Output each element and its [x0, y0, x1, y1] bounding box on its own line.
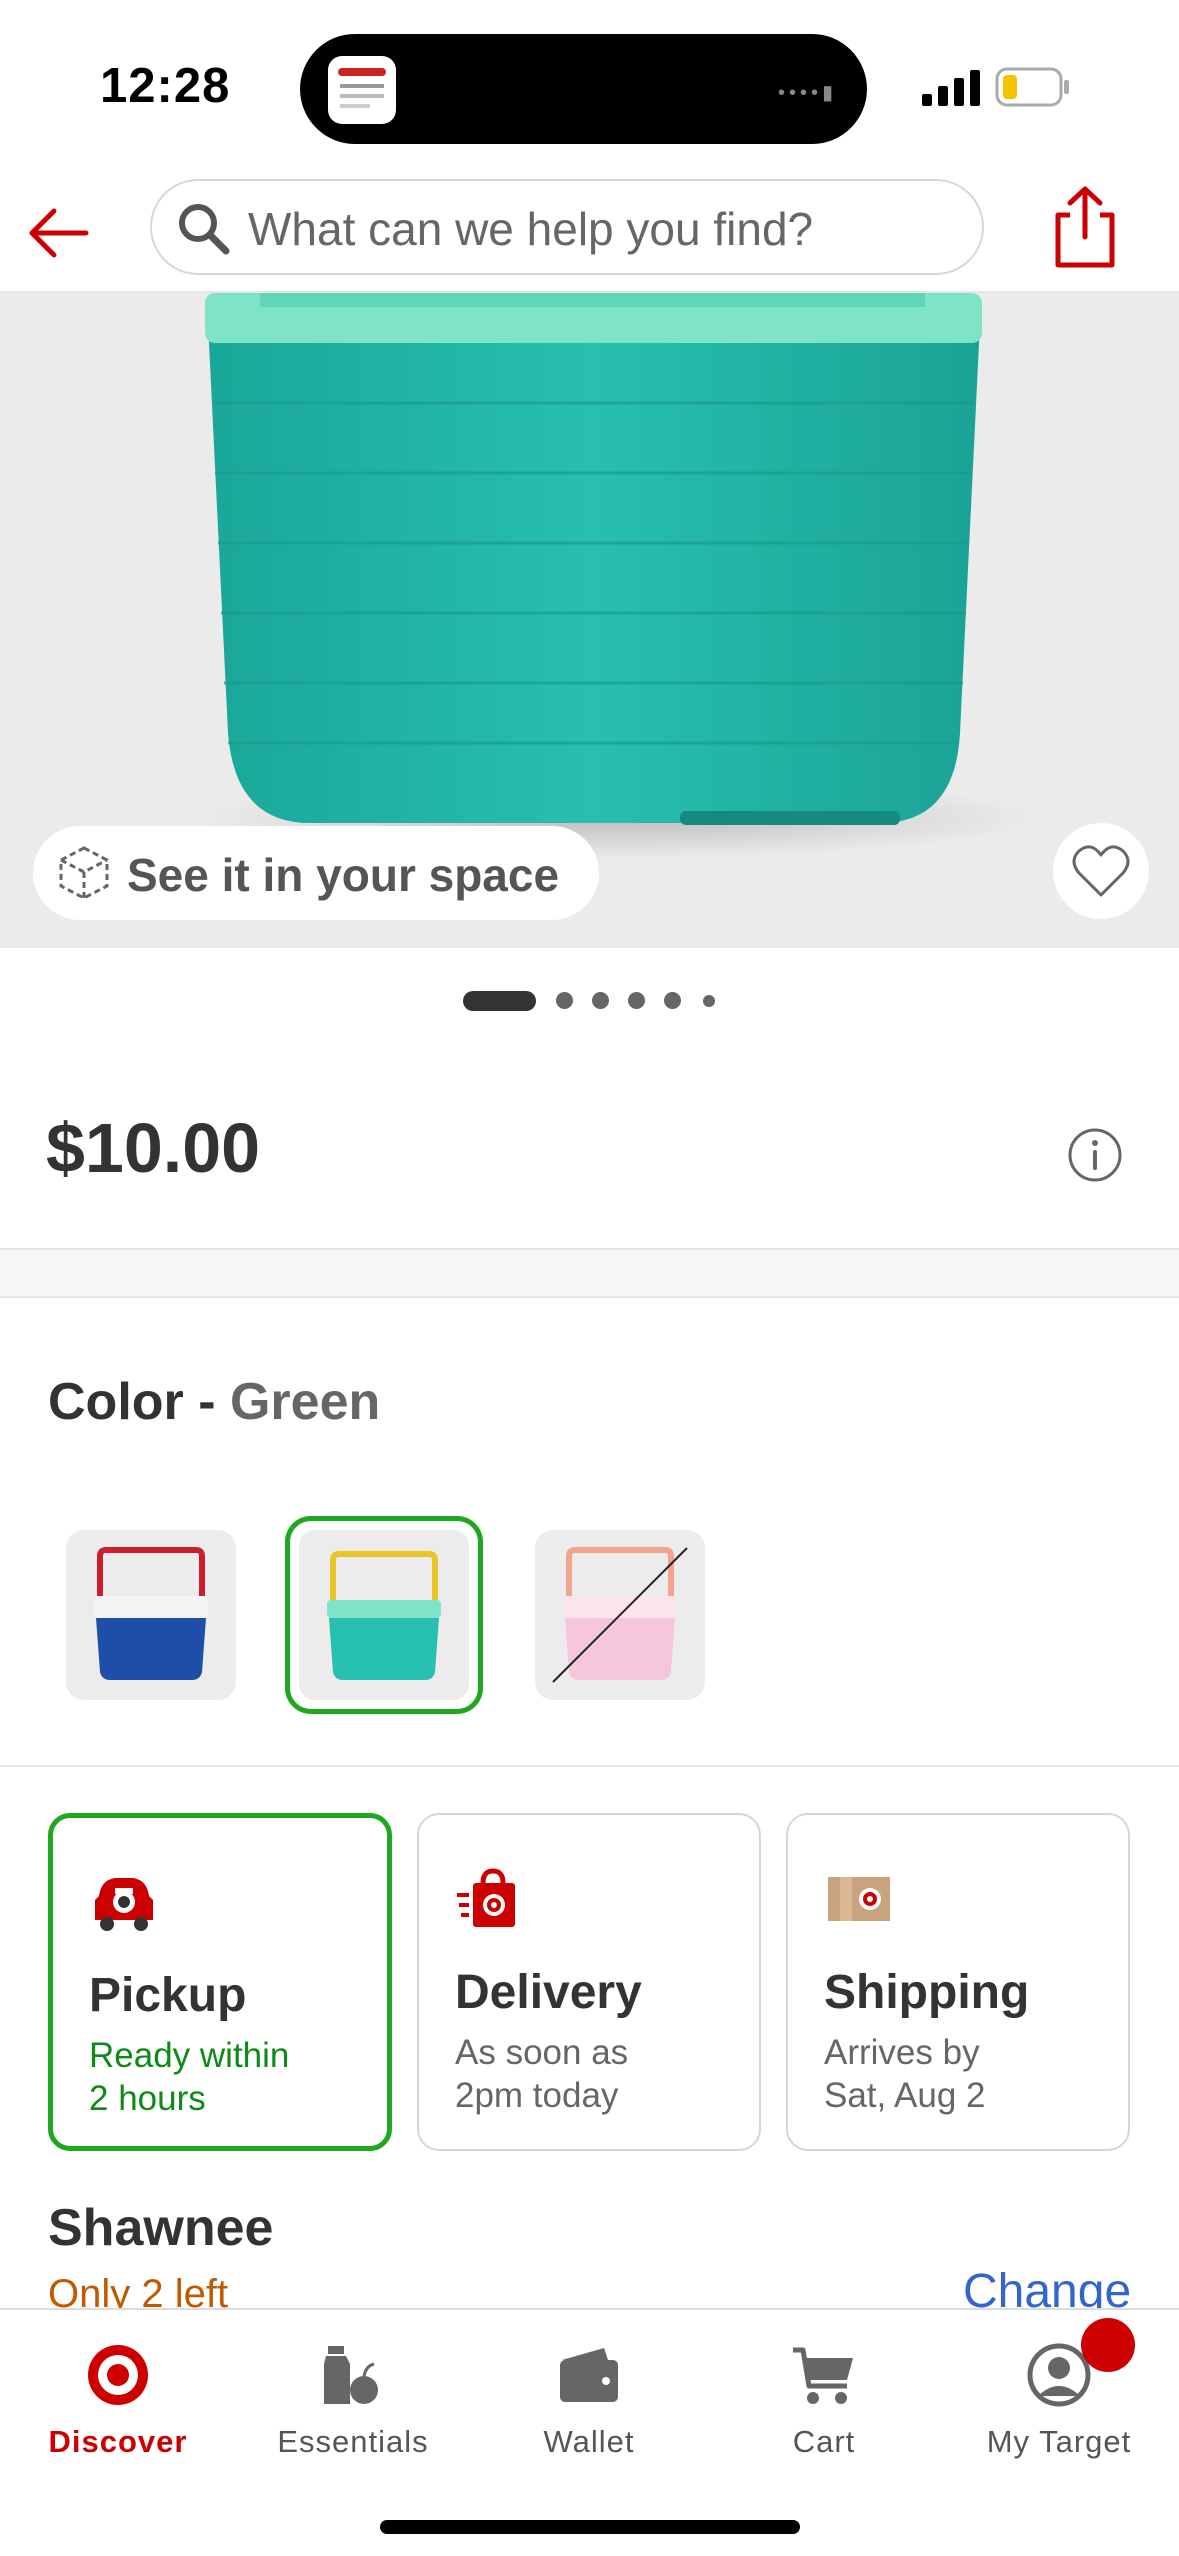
tab-cart[interactable]: Cart	[714, 2330, 934, 2480]
target-bullseye-icon	[88, 2345, 148, 2405]
dynamic-island: ••••▮	[300, 34, 867, 144]
essentials-icon	[324, 2346, 378, 2404]
island-indicator-icon: ••••▮	[777, 82, 837, 104]
product-image-carousel[interactable]: See it in your space	[0, 293, 1179, 948]
section-divider	[0, 1248, 1179, 1298]
search-bar[interactable]	[150, 179, 984, 275]
fulfillment-title: Delivery	[455, 1966, 642, 2019]
fulfillment-title: Shipping	[824, 1966, 1030, 2019]
color-swatch-pink-unavailable[interactable]	[535, 1530, 705, 1700]
color-separator: -	[183, 1373, 230, 1431]
image-pagination	[0, 988, 1179, 1014]
heart-icon	[1072, 845, 1130, 897]
fulfillment-shipping-card[interactable]: Shipping Arrives by Sat, Aug 2	[786, 1813, 1130, 2151]
store-name: Shawnee	[48, 2199, 274, 2257]
color-swatch-blue[interactable]	[66, 1530, 236, 1700]
tab-discover[interactable]: Discover	[8, 2330, 228, 2480]
search-icon	[179, 204, 230, 255]
tab-label: Cart	[792, 2424, 856, 2459]
bottom-tab-bar: Discover Essentials Wallet Cart My Targe…	[0, 2308, 1179, 2556]
tab-my-target[interactable]: My Target	[949, 2330, 1169, 2480]
share-icon[interactable]	[1040, 181, 1130, 271]
cellular-signal-icon	[922, 70, 980, 106]
shipping-box-icon	[828, 1877, 890, 1921]
fulfillment-pickup-card[interactable]: Pickup Ready within 2 hours	[48, 1813, 392, 2151]
fulfillment-subtitle: As soon as 2pm today	[455, 2033, 629, 2115]
wallet-icon	[560, 2348, 618, 2402]
back-arrow-icon[interactable]	[20, 193, 100, 273]
pagination-dot[interactable]	[664, 992, 681, 1009]
info-icon[interactable]	[1067, 1127, 1123, 1183]
status-bar: 12:28 ••••▮	[0, 0, 1179, 175]
home-indicator	[380, 2520, 800, 2534]
green-cooler-thumbnail	[327, 1551, 441, 1680]
selected-color-value: Green	[229, 1373, 381, 1431]
tab-label: Essentials	[277, 2424, 429, 2459]
color-swatch-green-selected[interactable]	[285, 1516, 483, 1714]
tab-label: Discover	[48, 2424, 188, 2459]
pagination-dot-active[interactable]	[463, 991, 536, 1011]
ar-button-label: See it in your space	[127, 849, 560, 901]
tab-label: Wallet	[543, 2424, 635, 2459]
color-label: Color	[48, 1373, 184, 1431]
battery-icon	[995, 67, 1069, 107]
blue-cooler-thumbnail	[94, 1547, 208, 1680]
pagination-dot[interactable]	[592, 992, 609, 1009]
delivery-bag-icon	[457, 1868, 515, 1927]
pagination-dot[interactable]	[556, 992, 573, 1009]
fulfillment-subtitle: Ready within 2 hours	[89, 2036, 290, 2118]
pickup-car-icon	[95, 1878, 153, 1931]
fulfillment-subtitle: Arrives by Sat, Aug 2	[824, 2033, 986, 2115]
product-price: $10.00	[46, 1109, 261, 1187]
tab-label: My Target	[986, 2424, 1132, 2459]
tab-essentials[interactable]: Essentials	[243, 2330, 463, 2480]
top-nav-bar	[0, 175, 1179, 293]
favorite-button[interactable]	[1053, 823, 1149, 919]
ar-cube-icon	[59, 846, 109, 900]
color-heading: Color - Green	[48, 1372, 380, 1432]
tab-wallet[interactable]: Wallet	[479, 2330, 699, 2480]
fulfillment-title: Pickup	[89, 1969, 247, 2022]
cart-icon	[793, 2347, 853, 2404]
pink-cooler-thumbnail	[552, 1547, 688, 1683]
search-input[interactable]	[248, 201, 948, 257]
see-in-your-space-button[interactable]: See it in your space	[33, 826, 599, 920]
status-time: 12:28	[100, 59, 231, 113]
pagination-dot[interactable]	[703, 995, 715, 1007]
live-activity-app-icon	[328, 56, 396, 124]
notification-badge	[1081, 2318, 1135, 2372]
section-divider-line	[0, 1765, 1179, 1767]
fulfillment-delivery-card[interactable]: Delivery As soon as 2pm today	[417, 1813, 761, 2151]
pagination-dot[interactable]	[628, 992, 645, 1009]
